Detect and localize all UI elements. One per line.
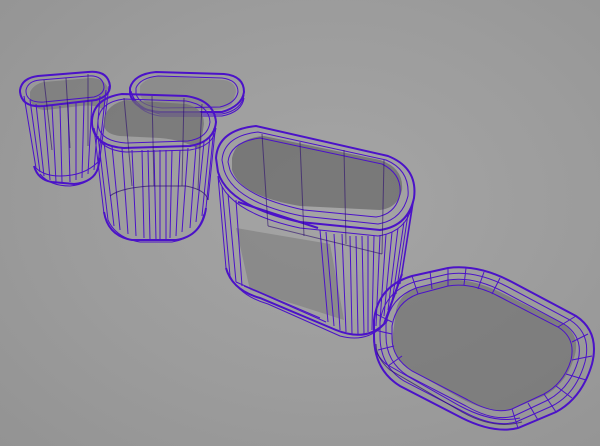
small-canister-wireframe[interactable] <box>19 70 112 187</box>
medium-canister-wireframe[interactable] <box>91 92 218 243</box>
wireframe-scene[interactable] <box>0 0 600 446</box>
3d-viewport[interactable] <box>0 0 600 446</box>
large-container-lid-wireframe[interactable] <box>373 266 595 431</box>
